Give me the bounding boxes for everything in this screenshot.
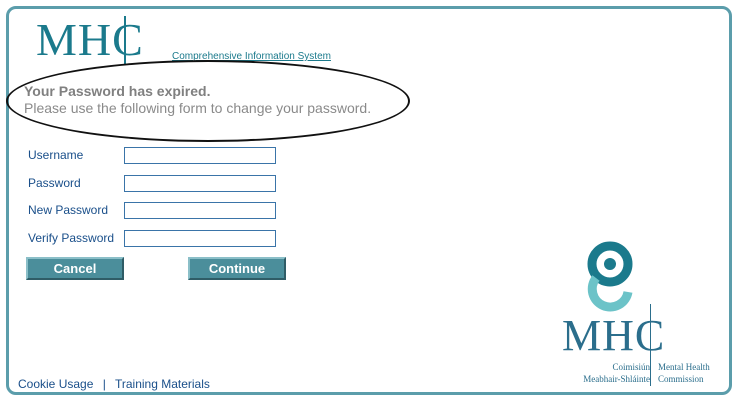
cookie-usage-link[interactable]: Cookie Usage (18, 377, 93, 391)
brand-divider (650, 304, 651, 386)
brand-english-line2: Commission (658, 374, 704, 384)
verify-password-row: Verify Password (28, 230, 288, 250)
username-label: Username (28, 148, 84, 162)
cancel-button[interactable]: Cancel (26, 257, 124, 280)
footer-separator: | (102, 377, 106, 391)
password-label: Password (28, 176, 81, 190)
new-password-input[interactable] (124, 202, 276, 219)
verify-password-label: Verify Password (28, 231, 115, 245)
training-materials-link[interactable]: Training Materials (115, 377, 210, 391)
brand-irish-line2: Meabhair-Shláinte (583, 374, 650, 384)
brand-english-name: Mental Health Commission (658, 361, 710, 385)
brand-irish-line1: Coimisiún (612, 362, 650, 372)
logo-divider (124, 16, 126, 64)
brand-english-line1: Mental Health (658, 362, 710, 372)
password-row: Password (28, 175, 288, 195)
continue-button[interactable]: Continue (188, 257, 286, 280)
verify-password-input[interactable] (124, 230, 276, 247)
username-input[interactable] (124, 147, 276, 164)
header-logo: MHC (36, 14, 144, 66)
footer: Cookie Usage | Training Materials (18, 377, 210, 391)
commission-logo-icon (587, 241, 633, 312)
logo-text: MHC (36, 14, 144, 65)
expired-message-subtitle: Please use the following form to change … (24, 100, 372, 116)
brand-logo: MHC Coimisiún Meabhair-Shláinte Mental H… (562, 234, 732, 390)
brand-irish-name: Coimisiún Meabhair-Shláinte (583, 361, 650, 385)
expired-message-title: Your Password has expired. (24, 83, 211, 99)
username-row: Username (28, 147, 288, 167)
password-input[interactable] (124, 175, 276, 192)
new-password-label: New Password (28, 203, 109, 217)
new-password-row: New Password (28, 202, 288, 222)
